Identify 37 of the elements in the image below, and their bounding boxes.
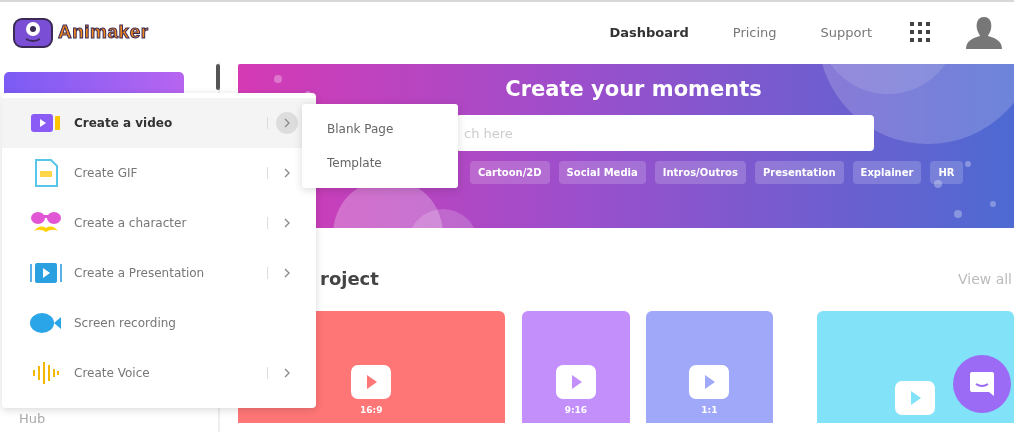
menu-item[interactable]: Create a character <box>2 198 316 248</box>
submenu-item[interactable]: Template <box>302 146 458 180</box>
sidebar-item[interactable]: Hub <box>4 411 214 432</box>
play-icon <box>351 365 392 399</box>
aspect-label: 16:9 <box>360 405 383 415</box>
category-chip[interactable]: Explainer <box>852 161 922 184</box>
category-chip[interactable]: Social Media <box>558 161 646 184</box>
video-camera-icon <box>31 113 61 133</box>
apps-grid-icon[interactable] <box>910 22 930 42</box>
category-chip[interactable]: Intros/Outros <box>654 161 746 184</box>
glasses-mustache-icon <box>30 211 62 235</box>
nav-link[interactable]: Pricing <box>732 24 777 40</box>
section-heading: roject <box>320 268 379 289</box>
nav-link[interactable]: Dashboard <box>609 24 689 40</box>
sound-wave-icon <box>32 361 60 385</box>
project-card[interactable]: 9:16 <box>521 311 631 423</box>
menu-item[interactable]: Create a Presentation <box>2 248 316 298</box>
play-slide-icon <box>30 262 62 284</box>
nav-link[interactable]: Support <box>820 24 872 40</box>
camera-icon <box>30 312 62 334</box>
banner-title: Create your moments <box>505 77 762 101</box>
chat-icon <box>968 370 996 398</box>
gif-file-icon <box>33 159 59 187</box>
category-chip[interactable]: Cartoon/2D <box>470 161 550 184</box>
play-icon <box>895 381 936 415</box>
play-icon <box>689 365 730 399</box>
scrollbar[interactable] <box>216 64 220 90</box>
menu-item[interactable]: Create a video <box>2 98 316 148</box>
category-chip[interactable]: HR <box>930 161 963 184</box>
logo-text[interactable]: Animaker <box>58 21 149 43</box>
aspect-label: 1:1 <box>701 405 718 415</box>
category-chip[interactable]: Presentation <box>754 161 844 184</box>
project-card[interactable]: 1:1 <box>646 311 773 423</box>
play-icon <box>555 365 596 399</box>
aspect-label: 9:16 <box>564 405 588 415</box>
avatar-icon[interactable] <box>964 15 1004 49</box>
monster-logo-icon <box>10 15 56 49</box>
